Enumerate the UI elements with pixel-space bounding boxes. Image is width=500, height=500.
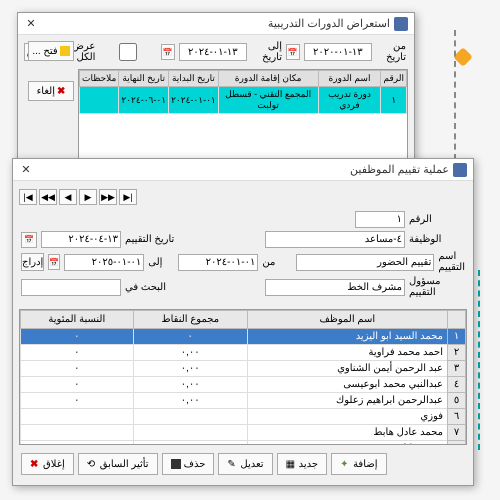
effect-icon: ⟲ xyxy=(87,459,97,469)
eval-date-input[interactable] xyxy=(41,231,121,248)
first-icon[interactable]: |◀ xyxy=(19,189,37,205)
calendar-icon[interactable]: 📅 xyxy=(21,232,37,248)
period-from-input[interactable] xyxy=(178,254,258,271)
table-row[interactable]: ٢احمد محمد فراوية٠,٠٠٠ xyxy=(21,345,466,361)
from-date-input[interactable] xyxy=(304,43,372,61)
from-label: من تاريخ xyxy=(376,41,406,63)
calendar-icon[interactable]: 📅 xyxy=(48,254,60,270)
table-row[interactable]: ١دورة تدريب فرديالمجمع التقني - قسطل تول… xyxy=(80,87,407,114)
search-input[interactable] xyxy=(21,279,121,296)
table-row[interactable]: ١محمد السيد ابو اليزيد٠٠ xyxy=(21,329,466,345)
window-title: استعراض الدورات التدريبية xyxy=(268,17,390,30)
to-label: إلى xyxy=(148,257,174,268)
open-button[interactable]: فتح ... xyxy=(28,41,74,61)
supervisor-input[interactable] xyxy=(265,279,405,296)
calendar-icon[interactable]: 📅 xyxy=(161,44,175,60)
titlebar: ✕ استعراض الدورات التدريبية xyxy=(18,13,414,35)
employees-grid[interactable]: اسم الموظفمجموع النقاطالنسبة المئوية ١مح… xyxy=(19,309,467,445)
period-to-input[interactable] xyxy=(64,254,144,271)
close-icon[interactable]: ✕ xyxy=(19,163,33,177)
app-icon xyxy=(453,163,467,177)
table-row[interactable]: ٧محمد عادل هابط xyxy=(21,425,466,441)
to-label: إلى تاريخ xyxy=(251,41,282,63)
number-label: الرقم xyxy=(409,214,465,225)
job-input[interactable] xyxy=(265,231,405,248)
grid-header: الرقماسم الدورةمكان إقامة الدورةتاريخ ال… xyxy=(80,71,407,87)
insert-button[interactable]: إدراج xyxy=(21,253,44,271)
close-icon[interactable]: ✕ xyxy=(24,17,38,31)
evaluation-window: ✕ عملية تقييم الموظفين |◀ ◀◀ ◀ ▶ ▶▶ ▶| ا… xyxy=(12,158,474,486)
cancel-button[interactable]: ✖إلغاء xyxy=(28,81,74,101)
search-label: البحث في xyxy=(125,282,181,293)
folder-icon xyxy=(60,46,70,56)
new-icon: ▦ xyxy=(286,459,296,469)
table-row[interactable]: ٨محمد مكارم عيسى xyxy=(21,441,466,446)
button-bar: ✖إغلاق ⟲تأثير السابق حذف ✎تعديل ▦جديد ✦إ… xyxy=(19,449,467,479)
show-all-checkbox[interactable] xyxy=(99,43,157,61)
add-button[interactable]: ✦إضافة xyxy=(331,453,386,475)
edit-button[interactable]: ✎تعديل xyxy=(218,453,272,475)
table-row[interactable]: ٤عبدالنبي محمد ابوعيسى٠,٠٠٠ xyxy=(21,377,466,393)
eval-name-input[interactable] xyxy=(296,254,434,271)
last-icon[interactable]: ▶| xyxy=(119,189,137,205)
close-button[interactable]: ✖إغلاق xyxy=(21,453,74,475)
eval-date-label: تاريخ التقييم xyxy=(125,234,181,245)
job-label: الوظيفة xyxy=(409,234,465,245)
trash-icon xyxy=(171,459,181,469)
record-navigator: |◀ ◀◀ ◀ ▶ ▶▶ ▶| xyxy=(19,187,467,207)
to-date-input[interactable] xyxy=(179,43,247,61)
app-icon xyxy=(394,17,408,31)
decoration-diamond xyxy=(453,47,473,67)
window-title: عملية تقييم الموظفين xyxy=(350,163,449,176)
number-input[interactable] xyxy=(355,211,405,228)
prev-icon[interactable]: ◀◀ xyxy=(39,189,57,205)
effect-button[interactable]: ⟲تأثير السابق xyxy=(78,453,158,475)
supervisor-label: مسؤول التقييم xyxy=(409,276,465,298)
table-row[interactable]: ٥عبدالرحمن ابراهيم زعلوك٠,٠٠٠ xyxy=(21,393,466,409)
edit-icon: ✎ xyxy=(227,459,237,469)
decoration-line xyxy=(454,30,456,160)
new-button[interactable]: ▦جديد xyxy=(277,453,327,475)
table-row[interactable]: ٦فوزي xyxy=(21,409,466,425)
delete-button[interactable]: حذف xyxy=(162,453,215,475)
eval-name-label: اسم التقييم xyxy=(438,251,465,273)
cancel-icon: ✖ xyxy=(57,86,65,97)
fwd-icon[interactable]: ▶▶ xyxy=(99,189,117,205)
from-label: من xyxy=(262,257,288,268)
back-icon[interactable]: ◀ xyxy=(59,189,77,205)
next-icon[interactable]: ▶ xyxy=(79,189,97,205)
grid-header: اسم الموظفمجموع النقاطالنسبة المئوية xyxy=(21,311,466,329)
table-row[interactable]: ٣عبد الرحمن أيمن الشناوي٠,٠٠٠ xyxy=(21,361,466,377)
add-icon: ✦ xyxy=(340,459,350,469)
close-icon: ✖ xyxy=(30,459,40,469)
calendar-icon[interactable]: 📅 xyxy=(286,44,300,60)
decoration-line-teal xyxy=(478,270,480,450)
titlebar: ✕ عملية تقييم الموظفين xyxy=(13,159,473,181)
